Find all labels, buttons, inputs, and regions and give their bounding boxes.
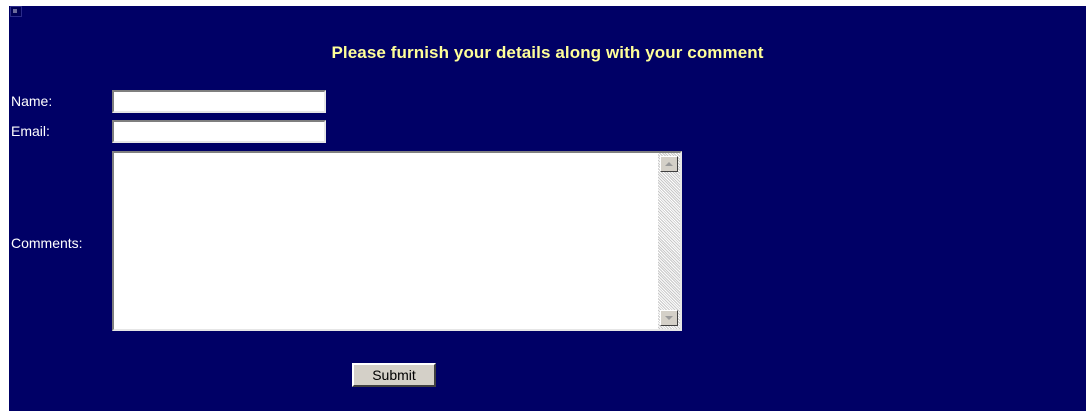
submit-button[interactable]: Submit [352,363,436,387]
name-input[interactable] [112,90,326,113]
arrow-down-icon [665,316,673,320]
comments-textarea[interactable] [114,153,658,329]
scroll-down-button[interactable] [660,310,678,326]
arrow-up-icon [665,162,673,166]
name-label: Name: [11,93,53,109]
broken-image-icon [10,6,22,17]
comments-field [112,151,682,331]
email-label: Email: [11,123,50,139]
email-input[interactable] [112,120,326,143]
scroll-up-button[interactable] [660,156,678,172]
form-heading: Please furnish your details along with y… [331,43,764,62]
comments-scrollbar[interactable] [658,153,680,329]
comments-label: Comments: [11,235,83,251]
form-panel: Please furnish your details along with y… [9,6,1086,411]
